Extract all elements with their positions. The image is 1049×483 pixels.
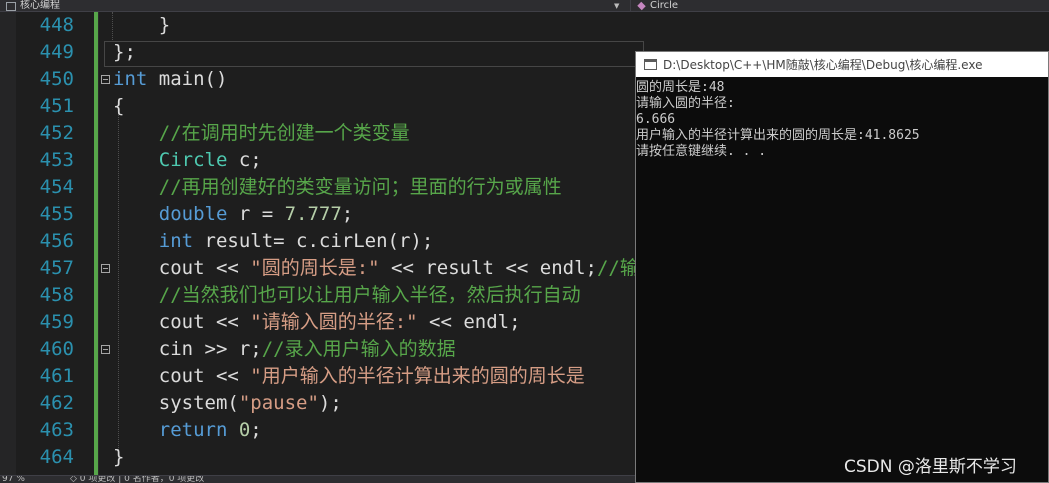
- member-dropdown[interactable]: Circle: [630, 0, 1049, 11]
- console-output: 圆的周长是:48 请输入圆的半径: 6.666 用户输入的半径计算出来的圆的周长…: [636, 80, 1048, 160]
- code-token: //录入用户输入的数据: [261, 338, 456, 360]
- console-titlebar[interactable]: D:\Desktop\C++\HM随敲\核心编程\Debug\核心编程.exe: [636, 52, 1048, 77]
- code-text: }: [113, 444, 124, 471]
- code-token: << endl;: [417, 311, 521, 333]
- chevron-down-icon[interactable]: ▼: [614, 2, 619, 10]
- code-token: << result << endl;: [379, 257, 597, 279]
- line-number: 457: [39, 257, 74, 279]
- collapse-toggle-icon[interactable]: [101, 345, 110, 354]
- code-token: cout <<: [113, 311, 251, 333]
- console-line: 用户输入的半径计算出来的圆的周长是:41.8625: [636, 128, 920, 143]
- line-number: 462: [39, 392, 74, 414]
- code-text: cout << "请输入圆的半径:" << endl;: [113, 309, 521, 336]
- line-number: 460: [39, 338, 74, 360]
- member-label: Circle: [650, 0, 679, 11]
- code-token: int: [113, 230, 194, 252]
- console-line: 请输入圆的半径:: [636, 96, 735, 111]
- code-token: //输: [596, 257, 639, 279]
- code-text: system("pause");: [113, 390, 342, 417]
- line-number: 448: [39, 14, 74, 36]
- change-info[interactable]: ◇ 0 项更改 | 0 名作者，0 项更改: [70, 476, 204, 483]
- line-number: 459: [39, 311, 74, 333]
- console-line: 圆的周长是:48: [636, 80, 725, 95]
- project-icon: [6, 1, 16, 11]
- navigation-bar: 核心编程 ▼ Circle: [0, 0, 1049, 12]
- code-token: ;: [250, 419, 262, 441]
- code-token: result= c.cirLen(r);: [193, 230, 434, 252]
- line-number: 451: [39, 95, 74, 117]
- line-number: 464: [39, 446, 74, 468]
- code-token: return: [113, 419, 228, 441]
- code-text: int result= c.cirLen(r);: [113, 228, 434, 255]
- code-token: "请输入圆的半径:": [250, 311, 418, 333]
- code-token: cout <<: [113, 257, 251, 279]
- code-token: "用户输入的半径计算出来的圆的周长是: [250, 365, 585, 387]
- line-number: 463: [39, 419, 74, 441]
- code-token: double: [113, 203, 228, 225]
- code-token: int: [113, 68, 148, 90]
- console-app-icon: [644, 59, 657, 70]
- code-line[interactable]: 448 }: [0, 12, 1049, 39]
- code-text: cout << "用户输入的半径计算出来的圆的周长是: [113, 363, 585, 390]
- scope-dropdown[interactable]: 核心编程 ▼: [0, 0, 628, 11]
- code-text: //再用创建好的类变量访问；里面的行为或属性: [113, 174, 562, 201]
- code-text: double r = 7.777;: [113, 201, 354, 228]
- code-token: cin >> r;: [113, 338, 262, 360]
- code-token: "圆的周长是:": [250, 257, 380, 279]
- code-text: //当然我们也可以让用户输入半径，然后执行自动: [113, 282, 581, 309]
- line-number: 456: [39, 230, 74, 252]
- code-text: cout << "圆的周长是:" << result << endl;//输: [113, 255, 639, 282]
- line-number: 453: [39, 149, 74, 171]
- line-number: 461: [39, 365, 74, 387]
- line-number: 449: [39, 41, 74, 63]
- code-token: }: [113, 14, 171, 36]
- code-text: cin >> r;//录入用户输入的数据: [113, 336, 456, 363]
- code-token: r =: [227, 203, 285, 225]
- line-number: 458: [39, 284, 74, 306]
- code-token: c;: [227, 149, 262, 171]
- line-number: 455: [39, 203, 74, 225]
- collapse-toggle-icon[interactable]: [101, 264, 110, 273]
- code-token: {: [113, 95, 125, 117]
- console-line: 请按任意键继续. . .: [636, 144, 767, 159]
- console-title: D:\Desktop\C++\HM随敲\核心编程\Debug\核心编程.exe: [663, 58, 983, 72]
- code-text: int main(): [113, 66, 227, 93]
- code-text: {: [113, 93, 124, 120]
- code-text: Circle c;: [113, 147, 262, 174]
- console-line: 6.666: [636, 112, 676, 127]
- zoom-level[interactable]: 97 %: [2, 476, 25, 483]
- console-window[interactable]: D:\Desktop\C++\HM随敲\核心编程\Debug\核心编程.exe …: [635, 51, 1049, 483]
- code-text: return 0;: [113, 417, 262, 444]
- code-token: system(: [113, 392, 239, 414]
- code-token: Circle: [113, 149, 228, 171]
- code-token: };: [113, 41, 136, 63]
- line-number: 452: [39, 122, 74, 144]
- code-token: "pause": [238, 392, 319, 414]
- code-text: }: [113, 12, 170, 39]
- scope-label: 核心编程: [20, 0, 60, 11]
- code-token: cout <<: [113, 365, 251, 387]
- code-token: 0: [238, 419, 251, 441]
- code-token: ;: [341, 203, 354, 225]
- code-token: 7.777: [284, 203, 342, 225]
- class-icon: [637, 1, 646, 11]
- code-token: //再用创建好的类变量访问；里面的行为或属性: [113, 176, 562, 198]
- watermark: CSDN @洛里斯不学习: [844, 457, 1017, 477]
- collapse-toggle-icon[interactable]: [101, 75, 110, 84]
- code-text: };: [113, 39, 136, 66]
- code-token: }: [113, 446, 125, 468]
- line-number: 454: [39, 176, 74, 198]
- code-token: );: [318, 392, 342, 414]
- line-number: 450: [39, 68, 74, 90]
- code-token: //在调用时先创建一个类变量: [113, 122, 410, 144]
- code-text: //在调用时先创建一个类变量: [113, 120, 410, 147]
- code-token: main(): [147, 68, 228, 90]
- code-token: //当然我们也可以让用户输入半径，然后执行自动: [113, 284, 581, 306]
